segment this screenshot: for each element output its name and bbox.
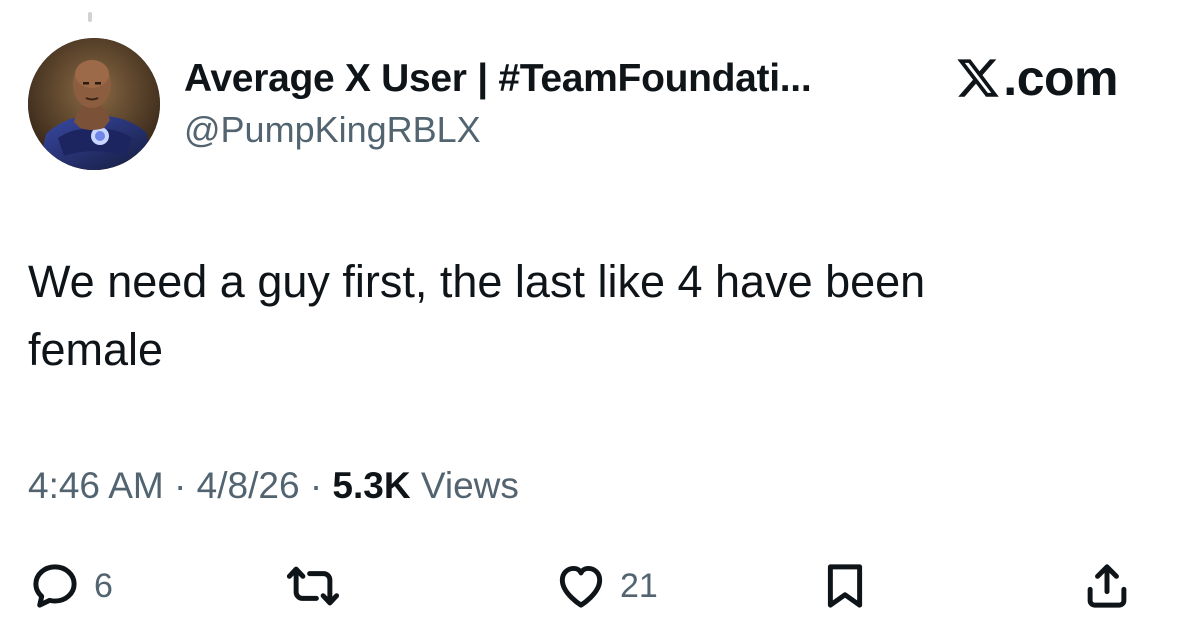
views-label: Views [420,465,519,506]
reply-icon [33,564,77,608]
share-icon [1087,564,1127,608]
avatar[interactable] [28,38,160,170]
meta-separator: · [309,465,323,506]
name-block: Average X User | #TeamFoundati... @PumpK… [184,56,812,152]
tweet-text: We need a guy first, the last like 4 hav… [28,248,1128,384]
bookmark-button[interactable] [818,556,872,616]
tweet-date[interactable]: 4/8/26 [197,465,300,506]
reply-button[interactable]: 6 [28,556,113,616]
x-logo-icon [957,59,1000,97]
views-count: 5.3K [332,465,411,506]
reply-count: 6 [94,566,113,605]
tweet-header: Average X User | #TeamFoundati... @PumpK… [28,38,1148,172]
avatar-image [28,38,160,170]
bookmark-icon [827,564,863,608]
repost-icon [286,566,340,606]
share-button[interactable] [1080,556,1134,616]
heart-icon [559,565,603,608]
meta-separator: · [174,465,187,506]
top-edge-mark [88,12,92,22]
display-name[interactable]: Average X User | #TeamFoundati... [184,56,812,102]
tweet-text-line-1: We need a guy first, the last like 4 hav… [28,256,926,307]
action-bar: 6 21 [28,556,1148,616]
tweet-text-line-2: female [28,324,164,375]
tweet-meta: 4:46 AM · 4/8/26 · 5.3K Views [28,462,519,510]
like-button[interactable]: 21 [554,556,658,616]
brand-domain: .com [1003,50,1118,106]
like-count: 21 [620,566,658,605]
user-handle[interactable]: @PumpKingRBLX [184,108,811,152]
tweet-time[interactable]: 4:46 AM [28,465,164,506]
brand-watermark: .com [955,50,1118,106]
repost-button[interactable] [286,556,352,616]
